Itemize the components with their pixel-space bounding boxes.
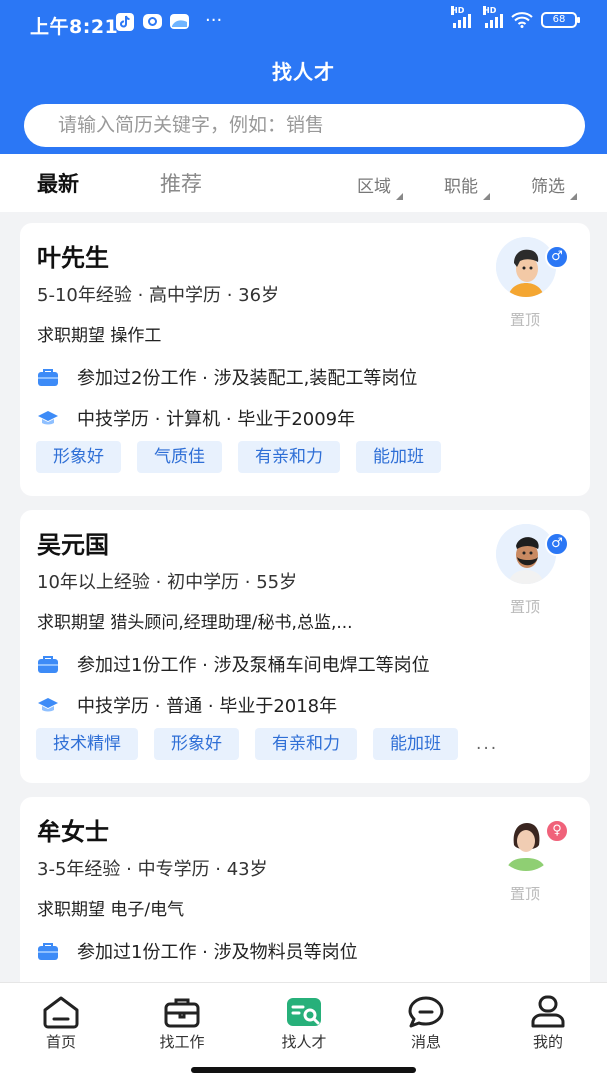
candidate-meta: 5-10年经验 · 高中学历 · 36岁 bbox=[37, 285, 280, 306]
nav-messages[interactable]: 消息 bbox=[391, 995, 461, 1052]
tag-list: 形象好 气质佳 有亲和力 能加班 bbox=[36, 441, 441, 473]
work-history: 参加过2份工作 · 涉及装配工,装配工等岗位 bbox=[37, 364, 417, 390]
candidate-name: 吴元国 bbox=[37, 531, 109, 559]
briefcase-icon bbox=[164, 998, 200, 1028]
pin-top-label[interactable]: 置顶 bbox=[510, 596, 540, 617]
tag: 形象好 bbox=[154, 728, 239, 760]
status-time: 上午8:21 bbox=[30, 16, 119, 38]
status-bar: 上午8:21 ··· HD HD 68 bbox=[0, 0, 607, 48]
male-icon: ♂ bbox=[545, 532, 569, 556]
work-history: 参加过1份工作 · 涉及泵桶车间电焊工等岗位 bbox=[37, 651, 430, 677]
battery-icon: 68 bbox=[541, 12, 580, 28]
briefcase-icon bbox=[38, 943, 58, 960]
candidate-card[interactable]: 吴元国 10年以上经验 · 初中学历 · 55岁 求职期望 猎头顾问,经理助理/… bbox=[20, 510, 590, 783]
candidate-desire: 求职期望 猎头顾问,经理助理/秘书,总监,... bbox=[37, 613, 353, 633]
nav-home[interactable]: 首页 bbox=[26, 995, 96, 1052]
candidate-card[interactable]: 叶先生 5-10年经验 · 高中学历 · 36岁 求职期望 操作工 参加过2份工… bbox=[20, 223, 590, 496]
candidate-meta: 10年以上经验 · 初中学历 · 55岁 bbox=[37, 572, 298, 593]
work-history: 参加过1份工作 · 涉及物料员等岗位 bbox=[37, 938, 358, 964]
dropdown-triangle-icon bbox=[570, 193, 577, 200]
female-icon: ♀ bbox=[545, 819, 569, 843]
nav-profile[interactable]: 我的 bbox=[513, 995, 583, 1052]
candidate-desire: 求职期望 操作工 bbox=[37, 326, 162, 346]
home-indicator[interactable] bbox=[191, 1067, 416, 1073]
status-more-indicator: ··· bbox=[205, 10, 223, 31]
pin-top-label[interactable]: 置顶 bbox=[510, 883, 540, 904]
filter-region[interactable]: 区域 bbox=[357, 172, 403, 200]
tag: 有亲和力 bbox=[255, 728, 357, 760]
tab-bar: 最新 推荐 区域 职能 筛选 bbox=[0, 154, 607, 212]
candidate-desire: 求职期望 电子/电气 bbox=[37, 900, 185, 920]
chat-app-icon bbox=[143, 14, 162, 29]
avatar bbox=[496, 811, 556, 871]
briefcase-icon bbox=[38, 369, 58, 386]
filter-screen[interactable]: 筛选 bbox=[531, 172, 577, 200]
tag: 能加班 bbox=[373, 728, 458, 760]
nav-label: 首页 bbox=[45, 1033, 76, 1051]
filter-function[interactable]: 职能 bbox=[444, 172, 490, 200]
nav-label: 找工作 bbox=[159, 1033, 205, 1051]
app-header: 上午8:21 ··· HD HD 68 找人才 请输入简历关键字，例如：销售 bbox=[0, 0, 607, 154]
talent-search-icon bbox=[287, 998, 321, 1026]
tag: 形象好 bbox=[36, 441, 121, 473]
graduation-cap-icon bbox=[38, 698, 58, 712]
dropdown-triangle-icon bbox=[396, 193, 403, 200]
page-title: 找人才 bbox=[272, 60, 335, 84]
home-icon bbox=[43, 996, 79, 1029]
wifi-icon bbox=[511, 12, 533, 28]
tiktok-icon bbox=[116, 13, 134, 31]
tag: 气质佳 bbox=[137, 441, 222, 473]
nav-label: 找人才 bbox=[281, 1033, 327, 1051]
graduation-cap-icon bbox=[38, 411, 58, 425]
tag: 有亲和力 bbox=[238, 441, 340, 473]
pin-top-label[interactable]: 置顶 bbox=[510, 309, 540, 330]
tab-recommended[interactable]: 推荐 bbox=[160, 168, 202, 198]
more-tags-indicator[interactable]: ... bbox=[476, 734, 498, 754]
search-input[interactable]: 请输入简历关键字，例如：销售 bbox=[24, 104, 585, 147]
message-icon bbox=[408, 996, 444, 1028]
candidate-name: 牟女士 bbox=[37, 818, 109, 846]
briefcase-icon bbox=[38, 656, 58, 673]
nav-talent[interactable]: 找人才 bbox=[269, 995, 339, 1052]
avatar bbox=[496, 237, 556, 297]
avatar bbox=[496, 524, 556, 584]
signal-icon: HD bbox=[483, 6, 503, 28]
tag-list: 技术精悍 形象好 有亲和力 能加班 ... bbox=[36, 728, 498, 760]
tag: 能加班 bbox=[356, 441, 441, 473]
nav-jobs[interactable]: 找工作 bbox=[147, 995, 217, 1052]
candidate-card[interactable]: 牟女士 3-5年经验 · 中专学历 · 43岁 求职期望 电子/电气 参加过1份… bbox=[20, 797, 590, 997]
education: 中技学历 · 普通 · 毕业于2018年 bbox=[37, 692, 337, 718]
signal-icon: HD bbox=[451, 6, 471, 28]
education: 中技学历 · 计算机 · 毕业于2009年 bbox=[37, 405, 355, 431]
candidate-name: 叶先生 bbox=[37, 244, 109, 272]
candidate-meta: 3-5年经验 · 中专学历 · 43岁 bbox=[37, 859, 268, 880]
tag: 技术精悍 bbox=[36, 728, 138, 760]
nav-label: 我的 bbox=[532, 1033, 563, 1051]
male-icon: ♂ bbox=[545, 245, 569, 269]
dropdown-triangle-icon bbox=[483, 193, 490, 200]
profile-icon bbox=[531, 995, 565, 1028]
tab-latest[interactable]: 最新 bbox=[37, 168, 79, 198]
weather-app-icon bbox=[170, 14, 189, 29]
nav-label: 消息 bbox=[410, 1033, 441, 1051]
